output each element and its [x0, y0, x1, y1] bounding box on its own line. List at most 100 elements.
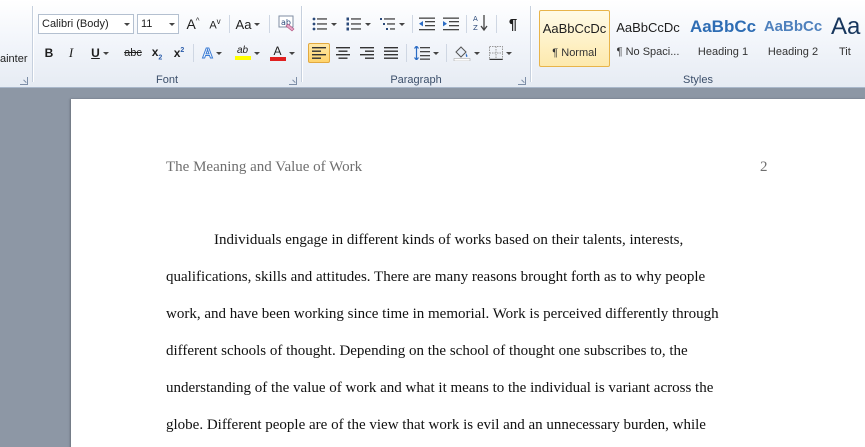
clear-formatting-button[interactable]: ab	[275, 13, 297, 33]
font-group: Calibri (Body) 11 A^ Av Aa ab B I U abc …	[33, 0, 301, 87]
numbering-icon	[346, 17, 361, 31]
chevron-down-icon	[215, 51, 222, 55]
svg-text:A: A	[473, 15, 478, 23]
line-spacing-icon	[413, 46, 430, 60]
style-no-spacing-tile[interactable]: AaBbCcDc ¶ No Spaci...	[611, 10, 685, 67]
align-center-button[interactable]	[332, 43, 354, 63]
font-dialog-launcher[interactable]	[289, 77, 297, 85]
chevron-down-icon	[473, 51, 480, 55]
align-left-button[interactable]	[308, 43, 330, 63]
shrink-font-icon: Av	[209, 16, 221, 32]
decrease-indent-button[interactable]	[416, 14, 438, 34]
ribbon: ainter Calibri (Body) 11 A^ Av Aa ab B I…	[0, 0, 865, 88]
font-group-label: Font	[155, 74, 178, 86]
highlighter-icon: ab	[234, 46, 251, 60]
button-separator	[466, 15, 467, 33]
highlight-color-bar	[234, 56, 251, 60]
chevron-down-icon	[432, 51, 439, 55]
text-highlight-button[interactable]: ab	[231, 43, 263, 63]
align-right-icon	[360, 47, 374, 59]
button-separator	[406, 44, 407, 62]
paragraph-dialog-launcher[interactable]	[518, 77, 526, 85]
underline-button[interactable]: U	[83, 43, 117, 63]
paragraph-group-label: Paragraph	[390, 74, 442, 86]
body-text-line: understanding of the value of work and w…	[166, 380, 714, 396]
chevron-down-icon	[254, 22, 261, 26]
chevron-down-icon	[253, 51, 260, 55]
chevron-down-icon	[124, 23, 130, 26]
multilevel-list-button[interactable]	[376, 14, 408, 34]
numbering-button[interactable]	[342, 14, 374, 34]
change-case-button[interactable]: Aa	[233, 14, 263, 34]
format-painter-button[interactable]: ainter	[0, 53, 28, 65]
body-text-line: Individuals engage in different kinds of…	[214, 232, 684, 248]
subscript-icon: x2	[151, 44, 163, 62]
button-separator	[412, 15, 413, 33]
superscript-icon: x2	[173, 46, 185, 60]
paragraph-group: A Z ¶ Paragraph	[302, 0, 530, 87]
bold-button[interactable]: B	[39, 43, 59, 63]
pilcrow-icon: ¶	[508, 15, 518, 33]
clipboard-dialog-launcher[interactable]	[20, 77, 28, 85]
font-color-bar	[269, 56, 286, 61]
style-sample: AaBbCcDc	[542, 21, 607, 36]
chevron-down-icon	[505, 51, 512, 55]
align-right-button[interactable]	[356, 43, 378, 63]
style-heading1-tile[interactable]: AaBbCc Heading 1	[686, 10, 760, 67]
style-name: Heading 1	[697, 46, 749, 58]
show-hide-button[interactable]: ¶	[502, 14, 524, 34]
style-sample: AaBbCc	[763, 18, 823, 35]
strikethrough-button[interactable]: abc	[121, 43, 145, 63]
style-normal-tile[interactable]: AaBbCcDc ¶ Normal	[539, 10, 610, 67]
justify-button[interactable]	[380, 43, 402, 63]
style-title-tile[interactable]: Aa Tit	[829, 10, 865, 67]
style-name: ¶ Normal	[552, 47, 597, 59]
styles-group: AaBbCcDc ¶ Normal AaBbCcDc ¶ No Spaci...…	[531, 0, 865, 87]
font-size-combo[interactable]: 11	[137, 14, 179, 34]
style-heading2-tile[interactable]: AaBbCc Heading 2	[758, 10, 828, 67]
subscript-button[interactable]: x2	[147, 43, 167, 63]
style-sample: AaBbCc	[689, 17, 757, 36]
chevron-down-icon	[398, 22, 405, 26]
justify-icon	[384, 47, 398, 59]
chevron-down-icon	[169, 23, 175, 26]
italic-button[interactable]: I	[61, 43, 81, 63]
borders-icon	[488, 46, 503, 60]
borders-button[interactable]	[484, 43, 516, 63]
style-name: Heading 2	[767, 46, 819, 58]
bullets-icon	[312, 17, 327, 31]
svg-text:Z: Z	[473, 24, 478, 32]
button-separator	[269, 15, 270, 33]
document-page[interactable]: The Meaning and Value of Work 2 Individu…	[71, 99, 865, 447]
strikethrough-icon: abc	[124, 47, 142, 59]
page-number: 2	[760, 159, 768, 175]
paint-bucket-icon	[453, 46, 470, 61]
line-spacing-button[interactable]	[410, 43, 442, 63]
font-name-combo[interactable]: Calibri (Body)	[38, 14, 134, 34]
font-color-icon: A	[269, 45, 286, 61]
body-text-line: globe. Different people are of the view …	[166, 417, 706, 433]
style-sample: AaBbCcDc	[616, 20, 680, 35]
chevron-down-icon	[288, 51, 295, 55]
bullets-button[interactable]	[308, 14, 340, 34]
clipboard-group: ainter	[0, 0, 32, 87]
button-separator	[229, 15, 230, 33]
shading-button[interactable]	[450, 43, 482, 63]
sort-button[interactable]: A Z	[470, 13, 492, 33]
text-effects-button[interactable]: A	[199, 43, 225, 63]
superscript-button[interactable]: x2	[169, 43, 189, 63]
style-sample: Aa	[831, 13, 861, 40]
font-color-button[interactable]: A	[267, 43, 297, 63]
decrease-indent-icon	[419, 17, 435, 31]
button-separator	[496, 15, 497, 33]
grow-font-button[interactable]: A^	[183, 14, 203, 34]
chevron-down-icon	[364, 22, 371, 26]
document-area: The Meaning and Value of Work 2 Individu…	[0, 89, 865, 447]
align-left-icon	[312, 47, 326, 59]
chevron-down-icon	[330, 22, 337, 26]
increase-indent-button[interactable]	[440, 14, 462, 34]
chevron-down-icon	[102, 51, 109, 55]
shrink-font-button[interactable]: Av	[205, 14, 225, 34]
style-name: Tit	[839, 46, 851, 58]
styles-group-label: Styles	[683, 74, 713, 86]
